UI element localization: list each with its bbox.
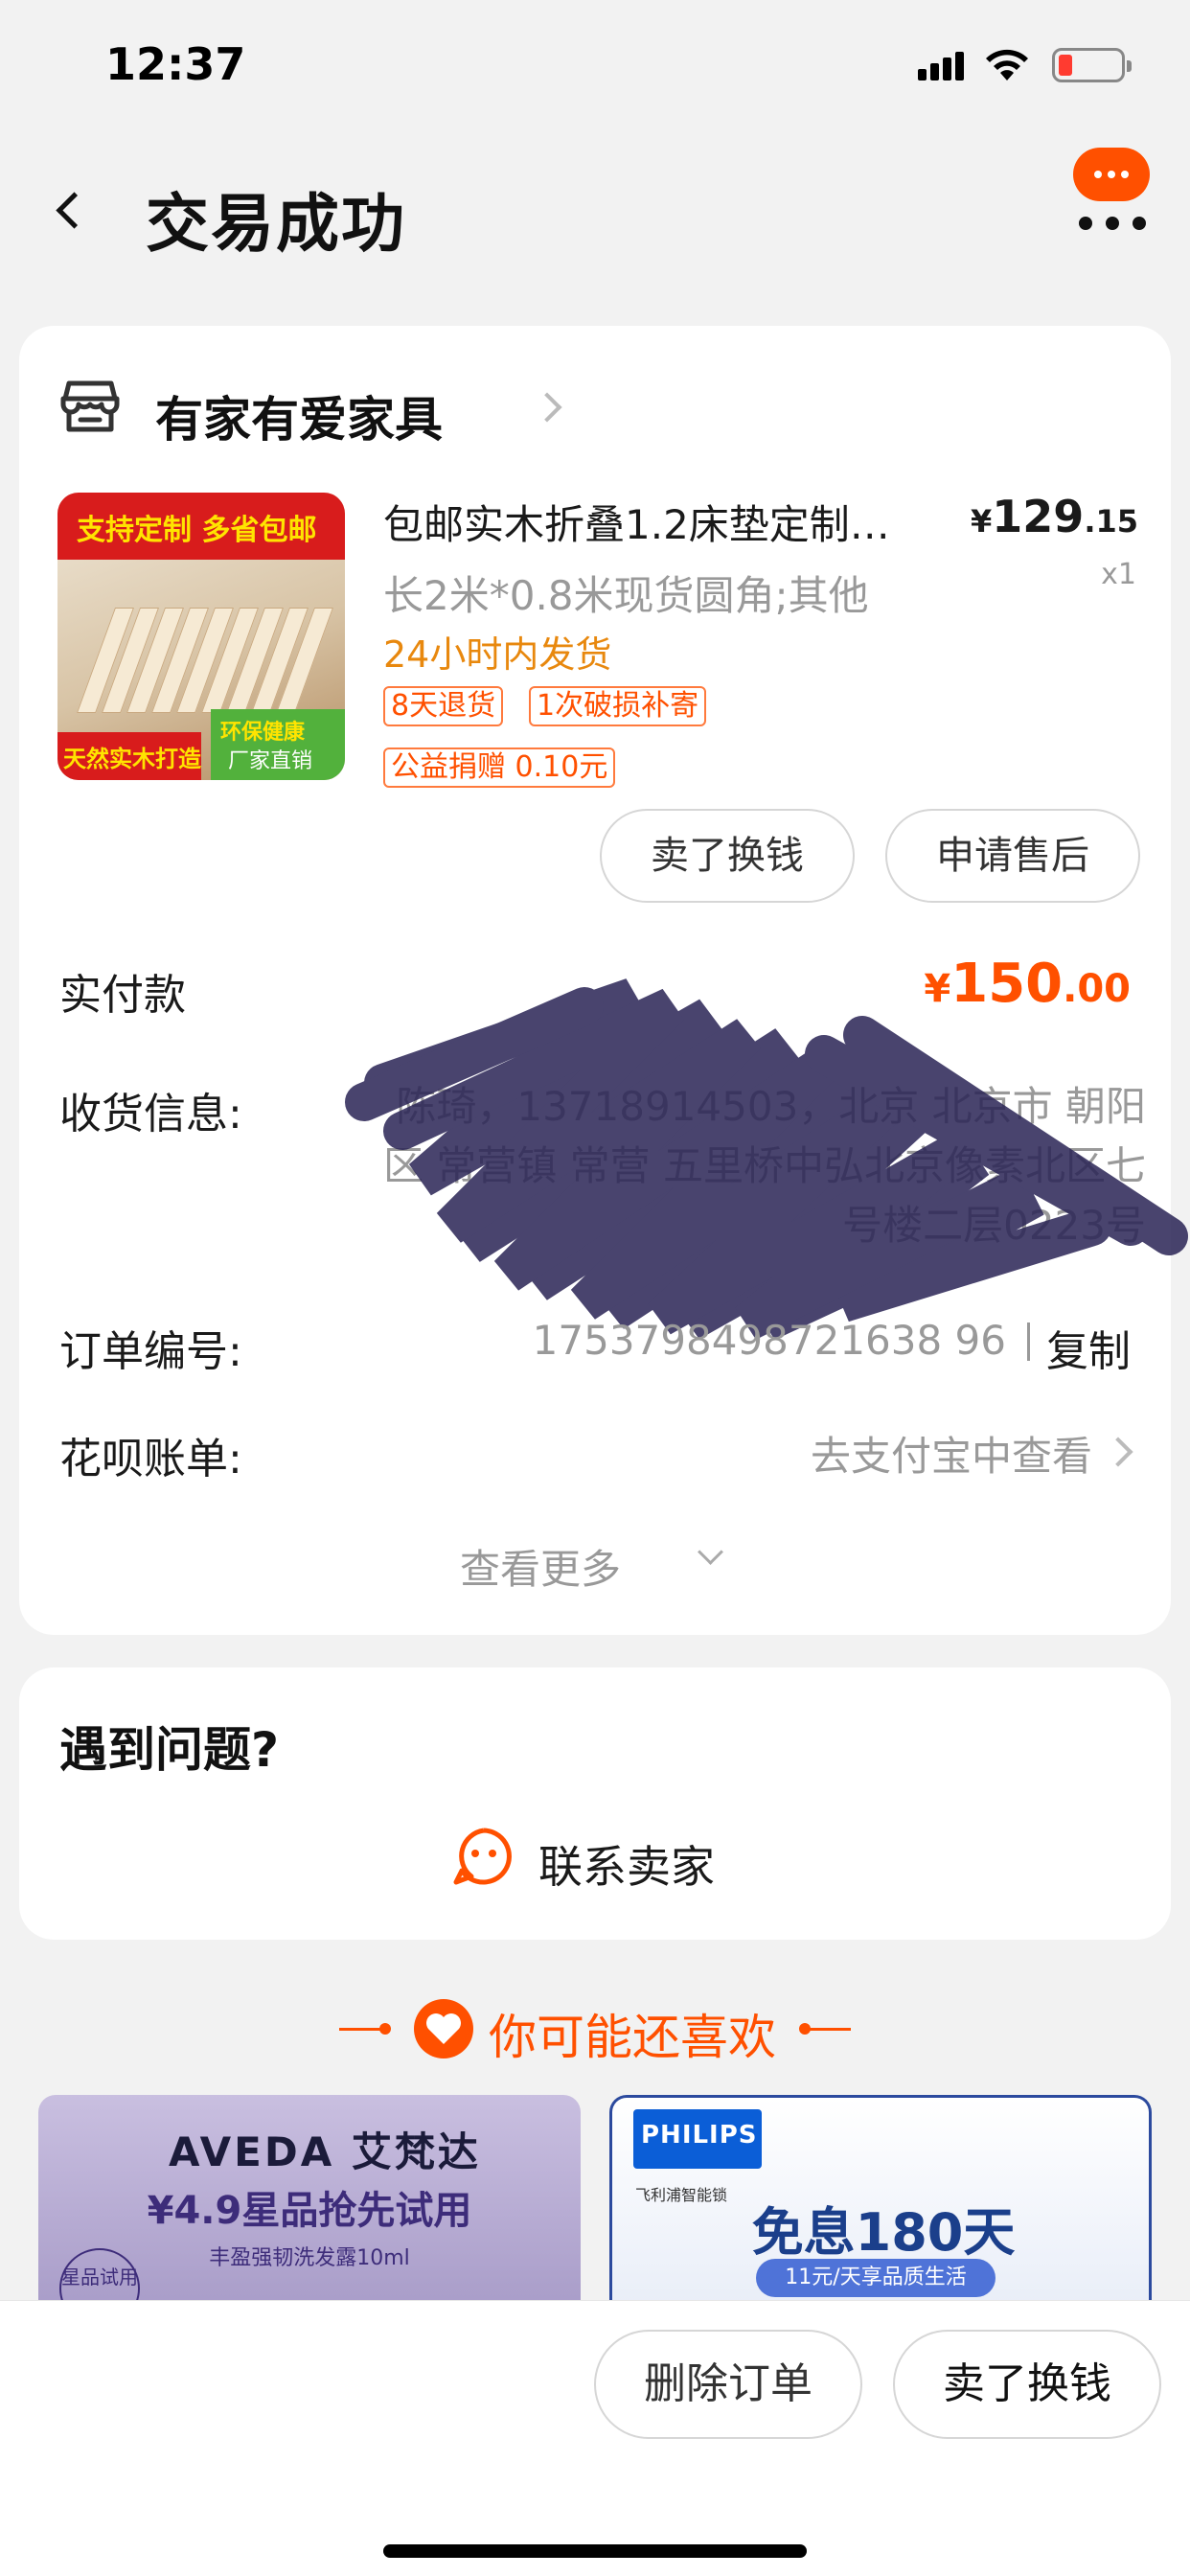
chevron-right-icon [535,391,563,420]
philips-logo: PHILIPS [633,2109,762,2169]
tag-charity: 公益捐赠 0.10元 [383,748,616,788]
status-bar: 12:37 [0,0,1190,134]
page-title: 交易成功 [146,187,406,261]
aveda-promo: ¥4.9星品抢先试用 [147,2189,472,2233]
product-image-caption-left: 天然实木打造 [63,746,201,772]
shop-icon [60,380,120,432]
chat-face-icon [453,1828,512,1885]
contact-seller-label: 联系卖家 [538,1841,715,1893]
chevron-right-icon [1108,1436,1136,1464]
bottom-action-bar: 删除订单 卖了换钱 [0,2300,1190,2576]
product-quantity: x1 [1101,558,1136,591]
huabei-link[interactable]: 去支付宝中查看 [690,1424,1092,1483]
chevron-down-icon [698,1541,722,1566]
redaction-scribble [345,978,1188,1341]
wifi-icon [986,49,1028,80]
see-more-label: 查看更多 [460,1546,622,1593]
ship-time: 24小时内发货 [383,633,612,676]
shop-row[interactable]: 有家有爱家具 [59,374,634,448]
recommend-item-aveda[interactable]: AVEDA 艾梵达 ¥4.9星品抢先试用 丰盈强韧洗发露10ml 星品试用 [38,2095,581,2306]
address-label: 收货信息: [59,1090,242,1138]
delete-order-button[interactable]: 删除订单 [594,2330,862,2439]
sell-for-cash-bottom-button[interactable]: 卖了换钱 [893,2330,1161,2439]
philips-promo: 免息180天 [751,2202,1016,2263]
tag-damage-replacement: 1次破损补寄 [529,686,707,726]
divider [1027,1322,1030,1361]
battery-icon [1052,48,1132,82]
nav-bar: 交易成功 [0,134,1190,288]
order-card: 有家有爱家具 支持定制 多省包邮 天然实木打造 环保健康 厂家直销 包邮实木折叠… [19,326,1188,1635]
aveda-logo: AVEDA 艾梵达 [169,2128,481,2175]
order-number-label: 订单编号: [59,1327,242,1376]
heart-icon [414,1999,473,2058]
product-sku: 长2米*0.8米现货圆角;其他 [383,572,869,619]
huabei-label: 花呗账单: [59,1435,242,1484]
shop-name: 有家有爱家具 [155,392,443,448]
after-sale-button[interactable]: 申请售后 [885,809,1140,903]
more-menu-icon[interactable] [1071,148,1152,240]
help-card: 遇到问题? 联系卖家 [19,1668,1171,1940]
product-image-banner: 支持定制 多省包邮 [77,514,317,547]
contact-seller-button[interactable]: 联系卖家 [452,1819,759,1896]
product-image-caption-right-2: 厂家直销 [228,749,313,773]
status-time: 12:37 [105,38,246,90]
sell-for-cash-button[interactable]: 卖了换钱 [600,809,855,903]
back-button[interactable] [44,182,102,240]
copy-order-button[interactable]: 复制 [1046,1317,1131,1378]
see-more-button[interactable]: 查看更多 [460,1537,728,1595]
product-title[interactable]: 包邮实木折叠1.2床垫定制… [383,493,958,551]
product-image-caption-right-1: 环保健康 [220,721,306,745]
recommend-title: 你可能还喜欢 [489,2010,776,2065]
order-number: 1753798498721638 96 [532,1317,1006,1364]
product-image[interactable]: 支持定制 多省包邮 天然实木打造 环保健康 厂家直销 [57,493,345,780]
product-price: ¥129.15 [971,491,1138,542]
home-indicator[interactable] [383,2544,807,2558]
philips-chip: 11元/天享品质生活 [756,2259,995,2297]
help-title: 遇到问题? [59,1722,280,1778]
tag-return-policy: 8天退货 [383,686,504,726]
payment-label: 实付款 [59,971,186,1020]
recommend-header: 你可能还喜欢 [0,1991,1190,2068]
recommend-item-philips[interactable]: PHILIPS 飞利浦智能锁 免息180天 11元/天享品质生活 [609,2095,1152,2306]
cellular-signal-icon [918,50,968,80]
